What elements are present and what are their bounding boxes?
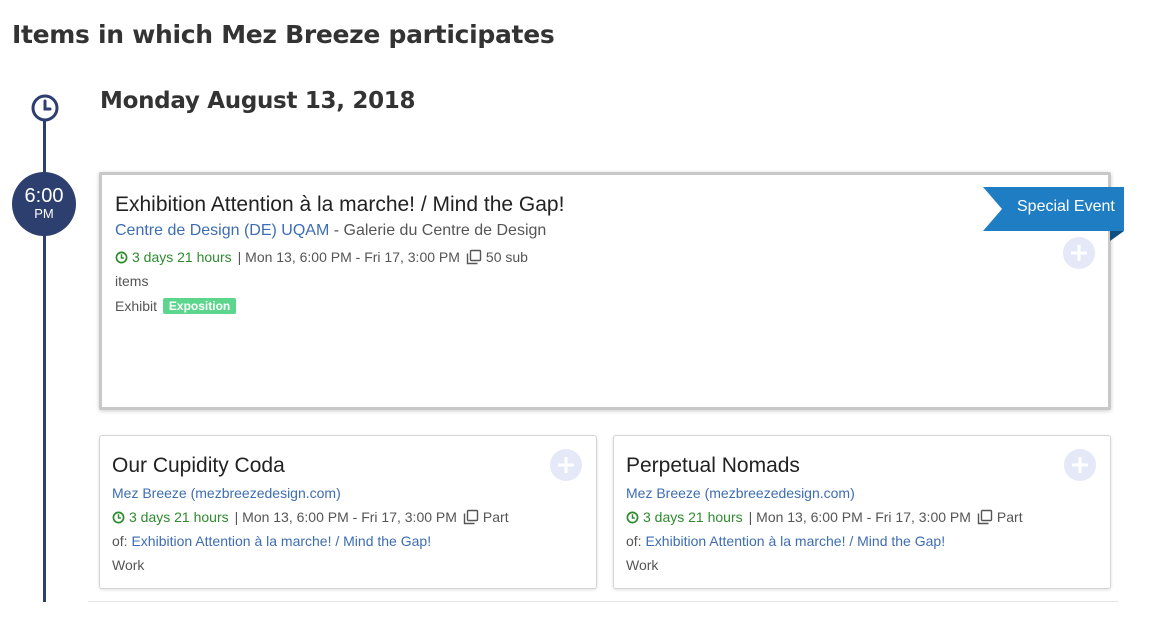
clock-icon (31, 94, 59, 122)
part-of-label: of: (112, 533, 128, 549)
item-type: Work (112, 557, 145, 573)
org-separator: - (329, 222, 344, 239)
card-title[interactable]: Exhibition Attention à la marche! / Mind… (115, 193, 564, 217)
parent-link[interactable]: Exhibition Attention à la marche! / Mind… (645, 533, 945, 549)
org-line: Centre de Design (DE) UQAM - Galerie du … (115, 222, 546, 240)
part-label: Part (996, 509, 1023, 525)
meta-line: 3 days 21 hours | Mon 13, 6:00 PM - Fri 1… (626, 509, 1023, 525)
ribbon-fold (1110, 231, 1124, 241)
organizer-link[interactable]: Mez Breeze (mezbreezedesign.com) (626, 485, 855, 501)
meta-line: 3 days 21 hours | Mon 13, 6:00 PM - Fri 1… (115, 249, 528, 265)
duration: 3 days 21 hours (129, 509, 229, 525)
add-icon[interactable] (550, 449, 582, 481)
parent-link[interactable]: Exhibition Attention à la marche! / Mind… (131, 533, 431, 549)
event-card[interactable]: Our Cupidity Coda Mez Breeze (mezbreezed… (99, 435, 597, 589)
ribbon-label: Special Event (1017, 198, 1115, 215)
event-card[interactable]: Perpetual Nomads Mez Breeze (mezbreezede… (613, 435, 1111, 589)
organizer-link[interactable]: Centre de Design (DE) UQAM (115, 222, 329, 239)
time-value: 6:00 (24, 185, 64, 207)
sub-items-count: 50 sub (485, 249, 528, 265)
item-type: Work (626, 557, 659, 573)
organizer-link[interactable]: Mez Breeze (mezbreezedesign.com) (112, 485, 341, 501)
duration: 3 days 21 hours (643, 509, 743, 525)
meta-line: 3 days 21 hours | Mon 13, 6:00 PM - Fri 1… (112, 509, 509, 525)
part-of-line: of: Exhibition Attention à la marche! / … (626, 533, 945, 549)
divider (88, 601, 1118, 602)
featured-event-card[interactable]: Exhibition Attention à la marche! / Mind… (99, 172, 1111, 410)
card-title[interactable]: Perpetual Nomads (626, 454, 800, 478)
card-title[interactable]: Our Cupidity Coda (112, 454, 285, 478)
item-type: Exhibit (115, 298, 158, 314)
duration: 3 days 21 hours (132, 249, 232, 265)
copy-icon (977, 509, 993, 525)
type-line: Exhibit Exposition (115, 298, 237, 314)
venue-name: Galerie du Centre de Design (343, 222, 547, 239)
copy-icon (463, 509, 479, 525)
clock-icon (115, 251, 128, 264)
date-heading: Monday August 13, 2018 (100, 88, 416, 114)
date-range: | Mon 13, 6:00 PM - Fri 17, 3:00 PM (748, 509, 971, 525)
add-icon[interactable] (1064, 449, 1096, 481)
time-ampm: PM (34, 206, 54, 221)
date-range: | Mon 13, 6:00 PM - Fri 17, 3:00 PM (234, 509, 457, 525)
tag-badge[interactable]: Exposition (162, 298, 237, 314)
page-heading: Items in which Mez Breeze participates (12, 20, 555, 49)
copy-icon (466, 249, 482, 265)
clock-icon (112, 511, 125, 524)
part-of-line: of: Exhibition Attention à la marche! / … (112, 533, 431, 549)
clock-icon (626, 511, 639, 524)
sub-items-cont: items (115, 273, 149, 289)
special-event-ribbon: Special Event (983, 187, 1124, 231)
part-of-label: of: (626, 533, 642, 549)
date-range: | Mon 13, 6:00 PM - Fri 17, 3:00 PM (237, 249, 460, 265)
part-label: Part (482, 509, 509, 525)
time-bubble: 6:00 PM (12, 172, 76, 236)
add-icon[interactable] (1063, 237, 1095, 269)
